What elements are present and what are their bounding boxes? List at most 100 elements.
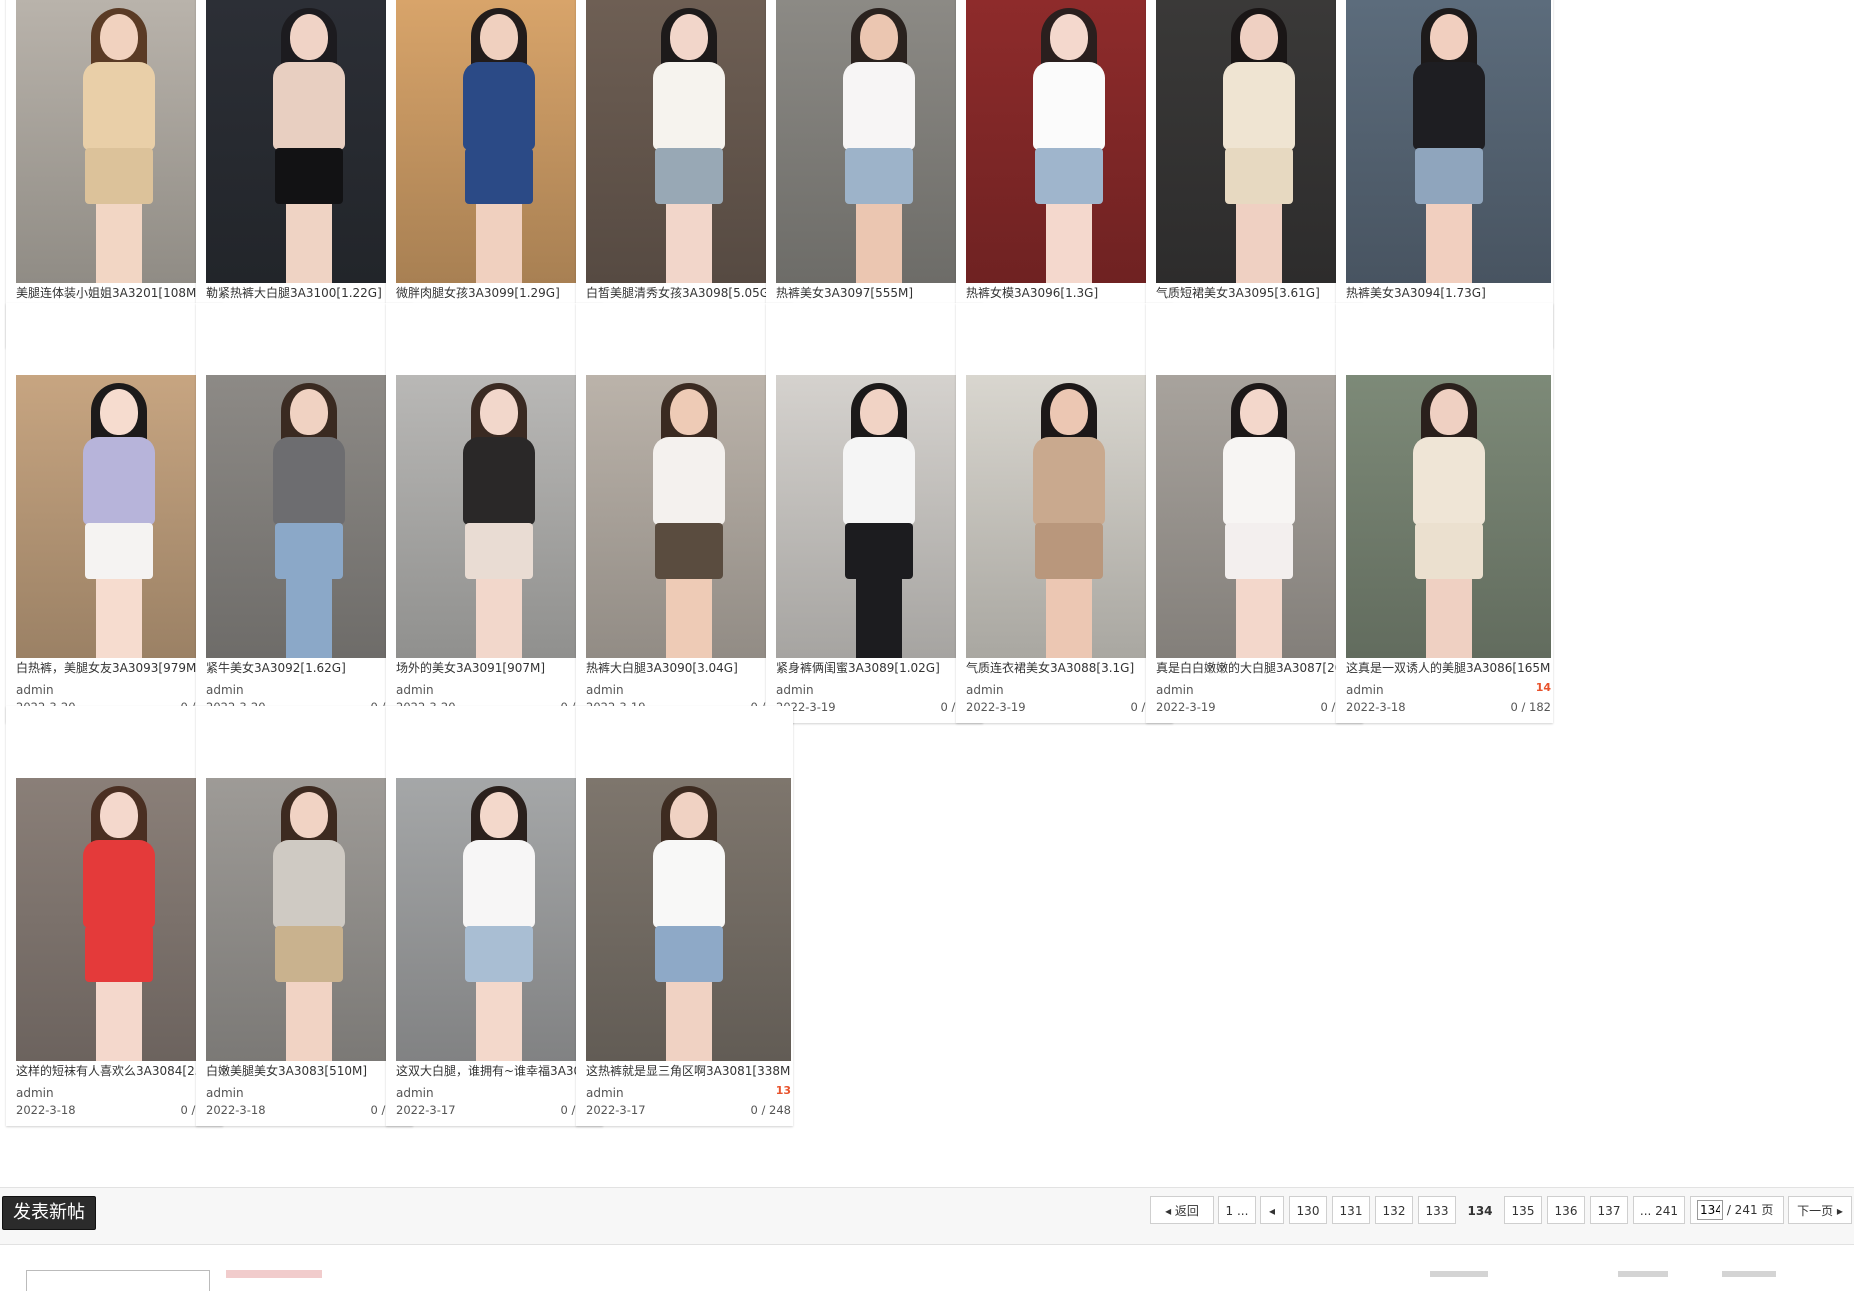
thread-thumbnail[interactable] [1156, 375, 1361, 658]
caret-right-icon: ▸ [1836, 1204, 1843, 1218]
thread-card[interactable]: 这双大白腿，谁拥有~谁幸福3A308...admin162022-3-170 /… [386, 706, 603, 1126]
thread-thumbnail[interactable] [16, 778, 221, 1061]
thread-title-link[interactable]: 白热裤，美腿女友3A3093[979M] [16, 659, 221, 676]
thread-card[interactable]: 热裤女模3A3096[1.3G]admin152022-3-210 / 227 [956, 0, 1173, 348]
page-135-button[interactable]: 135 [1504, 1196, 1542, 1224]
thread-card[interactable]: 热裤美女3A3094[1.73G]admin132022-3-200 / 201 [1336, 0, 1553, 348]
page-136-button[interactable]: 136 [1547, 1196, 1585, 1224]
thread-thumbnail[interactable] [966, 375, 1171, 658]
thread-author-link[interactable]: admin [586, 1086, 624, 1100]
thread-title-link[interactable]: 气质短裙美女3A3095[3.61G] [1156, 284, 1361, 301]
footer-link [1618, 1271, 1668, 1277]
thread-title-link[interactable]: 白皙美腿清秀女孩3A3098[5.05G] [586, 284, 791, 301]
thread-author-link[interactable]: admin [396, 683, 434, 697]
thread-thumbnail[interactable] [776, 0, 981, 283]
thread-thumbnail[interactable] [16, 0, 221, 283]
thread-card[interactable]: 白嫩美腿美女3A3083[510M]admin102022-3-180 / 19… [196, 706, 413, 1126]
thread-author-link[interactable]: admin [966, 683, 1004, 697]
caret-left-icon: ◂ [1268, 1204, 1276, 1218]
page-last-button[interactable]: ... 241 [1633, 1196, 1685, 1224]
thread-thumbnail[interactable] [966, 0, 1171, 283]
caret-left-icon: ◂ [1165, 1204, 1172, 1218]
post-date: 2022-3-18 [1346, 700, 1406, 714]
thread-title-link[interactable]: 真是白白嫩嫩的大白腿3A3087[200M] [1156, 659, 1361, 676]
thread-title-link[interactable]: 勒紧热裤大白腿3A3100[1.22G] [206, 284, 411, 301]
next-page-button[interactable]: 下一页 ▸ [1788, 1196, 1852, 1224]
thread-author-link[interactable]: admin [16, 683, 54, 697]
thread-author-link[interactable]: admin [206, 1086, 244, 1100]
thread-title-link[interactable]: 微胖肉腿女孩3A3099[1.29G] [396, 284, 601, 301]
page-total-label: / 241 页 [1726, 1203, 1774, 1217]
thread-title-link[interactable]: 这双大白腿，谁拥有~谁幸福3A308... [396, 1062, 601, 1079]
thread-card[interactable]: 这热裤就是显三角区啊3A3081[338M] admin 13 2022-3-17 0 … [576, 706, 793, 1126]
thread-card[interactable]: 紧牛美女3A3092[1.62G]admin162022-3-200 / 242 [196, 303, 413, 723]
footer-link [1722, 1271, 1776, 1277]
thread-card[interactable]: 热裤美女3A3097[555M]admin92022-3-210 / 144 [766, 0, 983, 348]
thread-card[interactable]: 气质连衣裙美女3A3088[3.1G]admin112022-3-190 / 1… [956, 303, 1173, 723]
thread-card[interactable]: 白热裤，美腿女友3A3093[979M]admin102022-3-200 / … [6, 303, 223, 723]
thread-thumbnail[interactable] [206, 375, 411, 658]
prev-page-button[interactable]: ◂ [1260, 1196, 1284, 1224]
thread-title-link[interactable]: 场外的美女3A3091[907M] [396, 659, 601, 676]
thread-grid: 美腿连体装小姐姐3A3201[108M]admin92022-3-220 / 1… [0, 0, 1854, 1180]
page-137-button[interactable]: 137 [1590, 1196, 1628, 1224]
thread-author-link[interactable]: admin [1346, 683, 1384, 697]
post-date: 2022-3-19 [966, 700, 1026, 714]
page-first-button[interactable]: 1 ... [1218, 1196, 1256, 1224]
thread-author-link[interactable]: admin [1156, 683, 1194, 697]
thread-title-link[interactable]: 美腿连体装小姐姐3A3201[108M] [16, 284, 221, 301]
thread-title-link[interactable]: 这真是一双诱人的美腿3A3086[165M] [1346, 659, 1551, 676]
back-button[interactable]: ◂ 返回 [1150, 1196, 1214, 1224]
thread-title-link[interactable]: 这样的短袜有人喜欢么3A3084[256M] [16, 1062, 221, 1079]
thread-author-link[interactable]: admin [16, 1086, 54, 1100]
thread-card[interactable]: 这真是一双诱人的美腿3A3086[165M] admin 14 2022-3-18 0 … [1336, 303, 1553, 723]
page-133-button[interactable]: 133 [1418, 1196, 1456, 1224]
page-131-button[interactable]: 131 [1332, 1196, 1370, 1224]
thread-card[interactable]: 真是白白嫩嫩的大白腿3A3087[200M]admin112022-3-190 … [1146, 303, 1363, 723]
thread-thumbnail[interactable] [586, 778, 791, 1061]
thread-author-link[interactable]: admin [776, 683, 814, 697]
thread-author-link[interactable]: admin [586, 683, 624, 697]
thread-thumbnail[interactable] [776, 375, 981, 658]
thread-title-link[interactable]: 热裤美女3A3094[1.73G] [1346, 284, 1551, 301]
thread-thumbnail[interactable] [206, 0, 411, 283]
reply-count: 14 [1535, 681, 1551, 694]
page-jump-input[interactable] [1697, 1200, 1723, 1220]
post-date: 2022-3-17 [586, 1103, 646, 1117]
thread-title-link[interactable]: 紧牛美女3A3092[1.62G] [206, 659, 411, 676]
view-count: 0 / 248 [750, 1103, 791, 1117]
thread-card[interactable]: 美腿连体装小姐姐3A3201[108M]admin92022-3-220 / 1… [6, 0, 223, 348]
thread-thumbnail[interactable] [586, 0, 791, 283]
new-post-button[interactable]: 发表新帖 [2, 1196, 96, 1230]
thread-thumbnail[interactable] [396, 778, 601, 1061]
thread-thumbnail[interactable] [586, 375, 791, 658]
thread-title-link[interactable]: 白嫩美腿美女3A3083[510M] [206, 1062, 411, 1079]
thread-card[interactable]: 热裤大白腿3A3090[3.04G]admin172022-3-190 / 28… [576, 303, 793, 723]
thread-thumbnail[interactable] [16, 375, 221, 658]
thread-card[interactable]: 场外的美女3A3091[907M]admin102022-3-200 / 133 [386, 303, 603, 723]
thread-card[interactable]: 白皙美腿清秀女孩3A3098[5.05G]admin222022-3-210 /… [576, 0, 793, 348]
thread-author-link[interactable]: admin [396, 1086, 434, 1100]
thread-title-link[interactable]: 这热裤就是显三角区啊3A3081[338M] [586, 1062, 791, 1079]
thread-thumbnail[interactable] [1346, 375, 1551, 658]
thread-card[interactable]: 气质短裙美女3A3095[3.61G]admin112022-3-210 / 1… [1146, 0, 1363, 348]
page-130-button[interactable]: 130 [1289, 1196, 1327, 1224]
thread-card[interactable]: 这样的短袜有人喜欢么3A3084[256M]admin122022-3-180 … [6, 706, 223, 1126]
thread-thumbnail[interactable] [396, 375, 601, 658]
thread-author-link[interactable]: admin [206, 683, 244, 697]
thread-title-link[interactable]: 热裤美女3A3097[555M] [776, 284, 981, 301]
thread-card[interactable]: 紧身裤俩闺蜜3A3089[1.02G]admin172022-3-190 / 2… [766, 303, 983, 723]
post-date: 2022-3-19 [1156, 700, 1216, 714]
thread-title-link[interactable]: 热裤大白腿3A3090[3.04G] [586, 659, 791, 676]
thread-thumbnail[interactable] [1346, 0, 1551, 283]
thread-title-link[interactable]: 气质连衣裙美女3A3088[3.1G] [966, 659, 1171, 676]
thread-title-link[interactable]: 热裤女模3A3096[1.3G] [966, 284, 1171, 301]
thread-thumbnail[interactable] [1156, 0, 1361, 283]
page-132-button[interactable]: 132 [1375, 1196, 1413, 1224]
thread-card[interactable]: 微胖肉腿女孩3A3099[1.29G]admin102022-3-210 / 2… [386, 0, 603, 348]
thread-thumbnail[interactable] [206, 778, 411, 1061]
thread-title-link[interactable]: 紧身裤俩闺蜜3A3089[1.02G] [776, 659, 981, 676]
thread-card[interactable]: 勒紧热裤大白腿3A3100[1.22G]admin132022-3-210 / … [196, 0, 413, 348]
footer-search-box[interactable] [26, 1270, 210, 1291]
thread-thumbnail[interactable] [396, 0, 601, 283]
